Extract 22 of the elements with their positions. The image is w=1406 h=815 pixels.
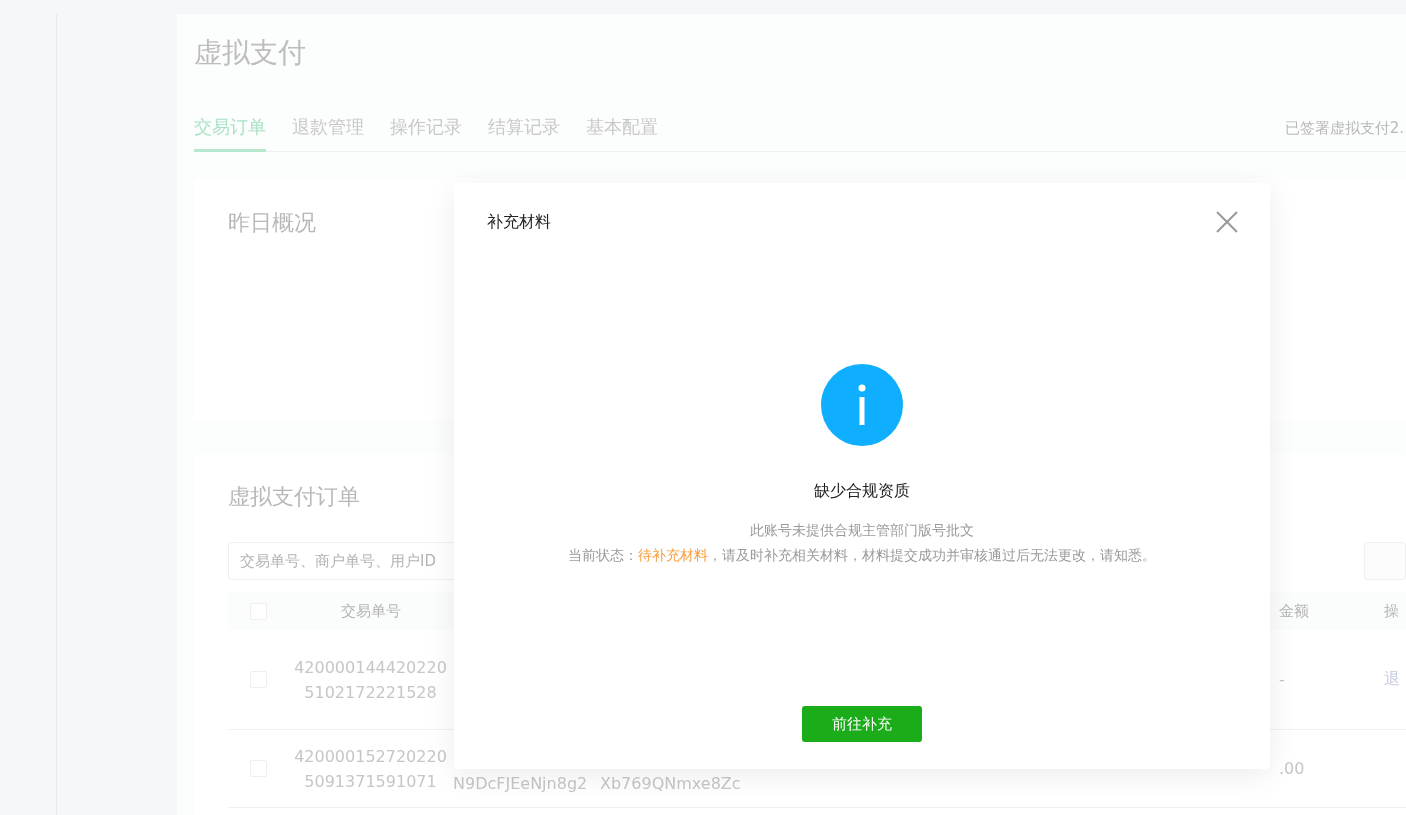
table-cell: - <box>1279 670 1285 689</box>
table-cell: .00 <box>1279 759 1305 778</box>
signed-note: 已签署虚拟支付2. <box>1284 119 1404 139</box>
table-cell: 4200001527202205091371591071 <box>294 746 447 791</box>
table-cell: Xb769QNmxe8Zc <box>600 774 741 793</box>
dialog-message: 此账号未提供合规主管部门版号批文 <box>750 521 974 540</box>
card-title: 昨日概况 <box>228 209 316 237</box>
close-icon[interactable] <box>1215 210 1239 234</box>
refund-link[interactable]: 退 <box>1384 669 1400 688</box>
info-icon <box>821 364 903 446</box>
column-header: 操 <box>1384 601 1399 620</box>
dialog-heading: 缺少合规资质 <box>814 481 910 502</box>
table-cell: 4200001444202205102172221528 <box>294 657 447 702</box>
card-title: 虚拟支付订单 <box>228 483 360 511</box>
page-title: 虚拟支付 <box>194 35 307 71</box>
table-cell: N9DcFJEeNjn8g2 <box>453 774 588 793</box>
column-header: 交易单号 <box>340 601 401 620</box>
dialog-title: 补充材料 <box>487 211 551 233</box>
column-header: 金额 <box>1279 601 1309 620</box>
tab[interactable]: 交易订单 <box>194 115 266 152</box>
status-message: 当前状态：待补充材料，请及时补充相关材料，材料提交成功并审核通过后无法更改，请知悉。 <box>568 546 1156 565</box>
supplement-button[interactable]: 前往补充 <box>802 706 922 742</box>
